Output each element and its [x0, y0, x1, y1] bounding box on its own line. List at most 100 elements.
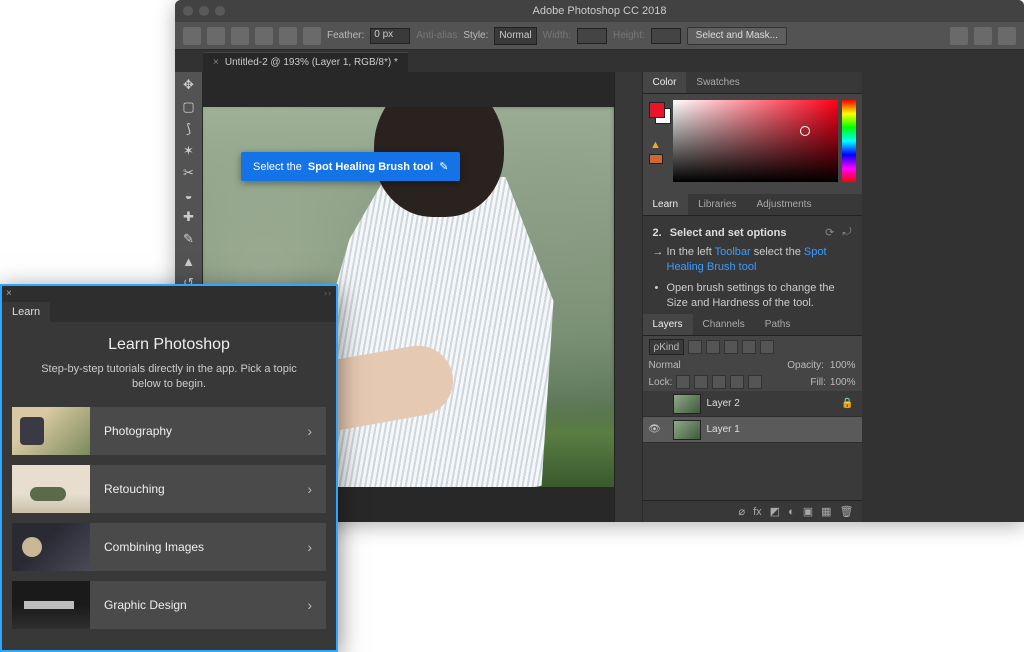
lock-pos-icon[interactable] — [712, 375, 726, 389]
width-label: Width: — [543, 30, 571, 41]
filter-shape-icon[interactable] — [742, 340, 756, 354]
tab-learn[interactable]: Learn — [643, 194, 689, 215]
search-icon[interactable] — [950, 27, 968, 45]
style-label: Style: — [463, 30, 488, 41]
topic-retouching[interactable]: Retouching› — [12, 465, 326, 513]
spot-healing-tool[interactable]: ✚ — [176, 206, 202, 228]
tab-layers[interactable]: Layers — [643, 314, 693, 335]
workspace-icon[interactable] — [974, 27, 992, 45]
close-icon[interactable]: × — [6, 288, 12, 299]
feather-field[interactable]: 0 px — [370, 28, 410, 44]
visibility-toggle[interactable]: 👁 — [643, 424, 667, 435]
tab-libraries[interactable]: Libraries — [688, 194, 746, 215]
topic-thumb — [12, 523, 90, 571]
collapse-icon[interactable]: ›› — [324, 288, 332, 298]
filter-smart-icon[interactable] — [760, 340, 774, 354]
sel-new-icon[interactable] — [231, 27, 249, 45]
layer-thumb — [673, 420, 701, 440]
tab-close-icon[interactable]: × — [213, 57, 219, 68]
chevron-right-icon: › — [307, 423, 312, 439]
antialias-label: Anti-alias — [416, 30, 457, 41]
lock-image-icon[interactable] — [694, 375, 708, 389]
sel-intersect-icon[interactable] — [303, 27, 321, 45]
panel-stack: Color Swatches ▲ Learn Libraries Adjustm… — [642, 72, 862, 522]
sel-subtract-icon[interactable] — [279, 27, 297, 45]
learn-heading: Learn Photoshop — [12, 336, 326, 354]
opacity-label: Opacity: — [787, 360, 824, 371]
marquee-tool[interactable]: ▢ — [176, 96, 202, 118]
tab-adjustments[interactable]: Adjustments — [746, 194, 821, 215]
tool-preset-icon[interactable] — [207, 27, 225, 45]
width-field — [577, 28, 607, 44]
tab-paths[interactable]: Paths — [755, 314, 801, 335]
group-icon[interactable]: ▣ — [803, 505, 813, 518]
clone-stamp-tool[interactable]: ▲ — [176, 250, 202, 272]
lasso-tool[interactable]: ⟆ — [176, 118, 202, 140]
layer-row[interactable]: Layer 2 🔒 — [643, 391, 862, 417]
sel-add-icon[interactable] — [255, 27, 273, 45]
crop-tool[interactable]: ✂ — [176, 162, 202, 184]
tab-swatches[interactable]: Swatches — [686, 72, 749, 93]
link-toolbar[interactable]: Toolbar — [715, 246, 751, 258]
fill-label: Fill: — [810, 377, 826, 388]
learn-window-header[interactable]: × ›› — [2, 286, 336, 300]
coachmark-tool: Spot Healing Brush tool — [308, 161, 433, 173]
lock-trans-icon[interactable] — [676, 375, 690, 389]
topic-thumb — [12, 465, 90, 513]
link-layers-icon[interactable]: ⌀ — [738, 505, 745, 518]
eyedropper-tool[interactable]: ◒ — [176, 184, 202, 206]
learn-subheading: Step-by-step tutorials directly in the a… — [26, 362, 312, 393]
topic-label: Photography — [104, 424, 172, 438]
fill-field[interactable]: 100% — [830, 377, 856, 388]
collapsed-panel-strip[interactable] — [614, 72, 642, 522]
fx-icon[interactable]: fx — [753, 506, 762, 518]
replay-icon[interactable]: ⟳ — [825, 226, 834, 239]
tab-color[interactable]: Color — [643, 72, 687, 93]
filter-pixel-icon[interactable] — [688, 340, 702, 354]
gamut-warning-icon[interactable]: ▲ — [649, 138, 663, 152]
layer-thumb — [673, 394, 701, 414]
websafe-warning-icon[interactable] — [649, 154, 663, 164]
height-field — [651, 28, 681, 44]
reset-icon[interactable]: ⤾ — [842, 226, 851, 239]
topic-graphicdesign[interactable]: Graphic Design› — [12, 581, 326, 629]
home-icon[interactable] — [183, 27, 201, 45]
lock-artboard-icon[interactable] — [730, 375, 744, 389]
coachmark-prefix: Select the — [253, 161, 302, 173]
topic-combining[interactable]: Combining Images› — [12, 523, 326, 571]
step-number: 2. — [653, 227, 662, 239]
move-tool[interactable]: ✥ — [176, 74, 202, 96]
layer-name[interactable]: Layer 1 — [707, 424, 740, 435]
tab-learn-window[interactable]: Learn — [2, 302, 50, 322]
blend-mode-select[interactable]: Normal — [649, 360, 782, 371]
height-label: Height: — [613, 30, 645, 41]
layers-panel: ρ Kind Normal Opacity: 100% Lock: — [643, 336, 862, 522]
opacity-field[interactable]: 100% — [830, 360, 856, 371]
filter-type-icon[interactable] — [724, 340, 738, 354]
hue-slider[interactable] — [842, 100, 856, 182]
layer-row[interactable]: 👁 Layer 1 — [643, 417, 862, 443]
filter-adjust-icon[interactable] — [706, 340, 720, 354]
chevron-right-icon: › — [307, 597, 312, 613]
quick-select-tool[interactable]: ✶ — [176, 140, 202, 162]
coachmark-tooltip: Select the Spot Healing Brush tool ✎ — [241, 152, 460, 181]
adjustment-layer-icon[interactable]: ◐ — [788, 506, 795, 518]
layer-name[interactable]: Layer 2 — [707, 398, 740, 409]
color-picker-ring — [800, 126, 810, 136]
brush-tool[interactable]: ✎ — [176, 228, 202, 250]
filter-kind-select[interactable]: ρ Kind — [649, 339, 685, 355]
tab-channels[interactable]: Channels — [693, 314, 755, 335]
mask-icon[interactable]: ◩ — [770, 505, 780, 518]
share-icon[interactable] — [998, 27, 1016, 45]
color-field[interactable] — [673, 100, 838, 182]
topic-label: Retouching — [104, 482, 165, 496]
delete-layer-icon[interactable]: 🗑 — [840, 505, 854, 518]
lock-all-icon[interactable] — [748, 375, 762, 389]
style-select[interactable]: Normal — [494, 27, 536, 45]
select-and-mask-button[interactable]: Select and Mask... — [687, 27, 787, 45]
topic-photography[interactable]: Photography › — [12, 407, 326, 455]
document-tab[interactable]: × Untitled-2 @ 193% (Layer 1, RGB/8*) * — [203, 52, 408, 72]
new-layer-icon[interactable]: ▦ — [821, 505, 831, 518]
foreground-swatch[interactable] — [649, 102, 665, 118]
learn-window-tabs: Learn — [2, 300, 336, 322]
